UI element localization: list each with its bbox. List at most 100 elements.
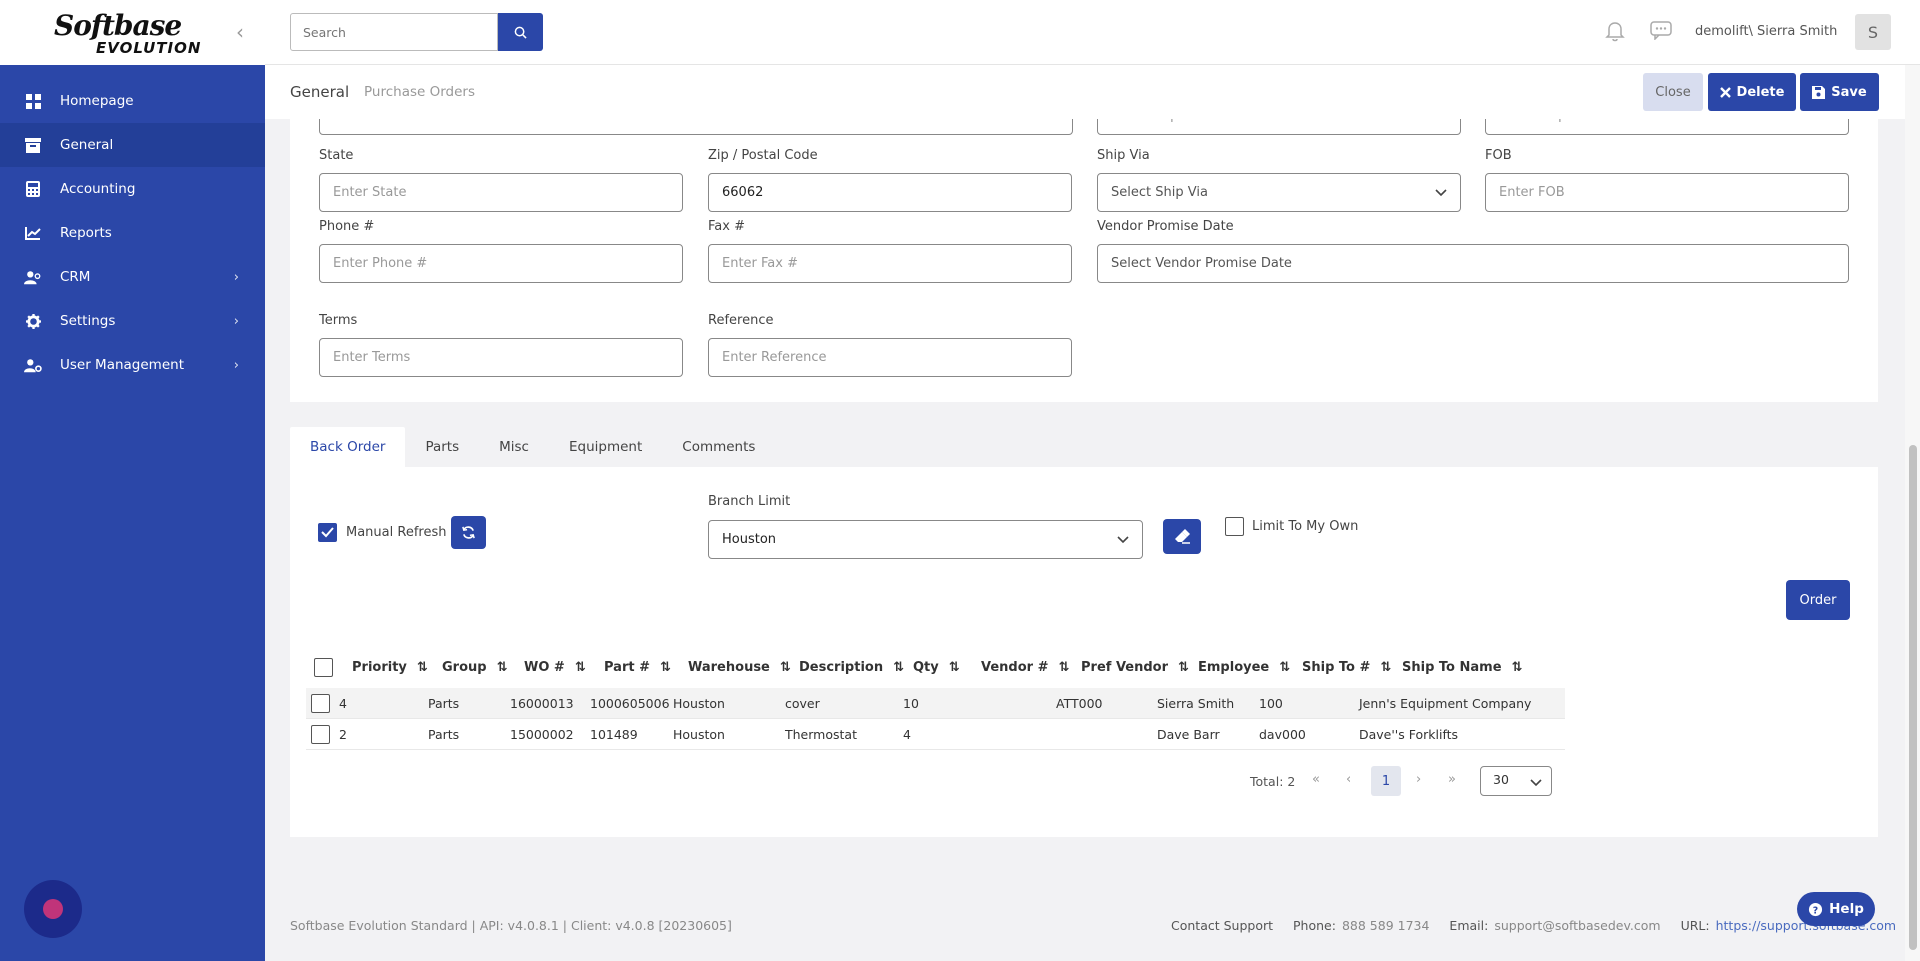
sidebar-item-user-management[interactable]: User Management ›	[0, 343, 265, 387]
search-button[interactable]	[498, 13, 543, 51]
column-title: Qty	[913, 660, 939, 675]
phone-label: Phone:	[1293, 918, 1336, 933]
vertical-scrollbar[interactable]	[1905, 65, 1920, 961]
save-button[interactable]: Save	[1800, 73, 1879, 111]
cell-employee: Dave Barr	[1157, 727, 1220, 742]
reference-input[interactable]: Enter Reference	[708, 338, 1072, 377]
tab-misc[interactable]: Misc	[479, 427, 549, 467]
column-header-warehouse[interactable]: Warehouse ⇅	[688, 660, 791, 675]
clear-branch-button[interactable]	[1163, 519, 1201, 554]
sidebar-item-reports[interactable]: Reports	[0, 211, 265, 255]
sort-icon: ⇅	[893, 660, 904, 675]
fob-input[interactable]: Enter FOB	[1485, 173, 1849, 212]
sidebar-item-settings[interactable]: Settings ›	[0, 299, 265, 343]
table-row[interactable]: 2 Parts 15000002 101489 Houston Thermost…	[306, 719, 1565, 750]
tab-parts[interactable]: Parts	[405, 427, 479, 467]
email-link[interactable]: support@softbasedev.com	[1494, 918, 1660, 933]
refresh-icon	[462, 526, 475, 539]
page-size-select[interactable]: 30	[1480, 766, 1552, 796]
close-button[interactable]: Close	[1643, 73, 1703, 111]
email-label: Email:	[1449, 918, 1489, 933]
tab-comments[interactable]: Comments	[662, 427, 775, 467]
delete-button[interactable]: Delete	[1708, 73, 1796, 111]
sidebar-item-general[interactable]: General	[0, 123, 265, 167]
manual-refresh-checkbox[interactable]	[318, 523, 337, 542]
table-row[interactable]: 4 Parts 16000013 1000605006 Houston cove…	[306, 688, 1565, 719]
search-input[interactable]	[290, 13, 498, 51]
zip-input[interactable]: 66062	[708, 173, 1072, 212]
page-button-current[interactable]: 1	[1371, 766, 1401, 796]
save-button-label: Save	[1831, 84, 1867, 100]
terms-input[interactable]: Enter Terms	[319, 338, 683, 377]
column-header-description[interactable]: Description ⇅	[799, 660, 904, 675]
help-button[interactable]: ? Help	[1797, 892, 1875, 926]
branch-limit-select[interactable]: Houston	[708, 520, 1143, 559]
column-header-qty[interactable]: Qty ⇅	[913, 660, 960, 675]
sidebar-item-label: General	[60, 137, 114, 153]
next-page-icon[interactable]: ›	[1416, 772, 1421, 787]
column-header-group[interactable]: Group ⇅	[442, 660, 507, 675]
row-checkbox[interactable]	[311, 725, 330, 744]
fob-placeholder: Enter FOB	[1499, 185, 1565, 200]
sidebar-item-accounting[interactable]: Accounting	[0, 167, 265, 211]
chevron-down-icon	[1435, 189, 1447, 197]
first-page-icon[interactable]: «	[1312, 772, 1320, 787]
user-name[interactable]: demolift\ Sierra Smith	[1695, 24, 1837, 39]
cell-group: Parts	[428, 727, 460, 742]
purchase-order-form: Olathe Enter Ship To Phone # Enter Ship …	[290, 96, 1878, 402]
messages-icon[interactable]	[1650, 20, 1672, 44]
detail-tabs: Back Order Parts Misc Equipment Comments	[290, 427, 775, 467]
fob-label: FOB	[1485, 148, 1512, 163]
sidebar-nav: Homepage General Accounting Reports CRM	[0, 79, 265, 387]
prev-page-icon[interactable]: ‹	[1346, 772, 1351, 787]
url-label: URL:	[1680, 918, 1710, 933]
sidebar-item-crm[interactable]: CRM ›	[0, 255, 265, 299]
state-input[interactable]: Enter State	[319, 173, 683, 212]
row-checkbox[interactable]	[311, 694, 330, 713]
breadcrumb-general[interactable]: General	[290, 83, 349, 101]
column-header-pref-vendor[interactable]: Pref Vendor ⇅	[1081, 660, 1189, 675]
phone-placeholder: Enter Phone #	[333, 256, 428, 271]
refresh-button[interactable]	[451, 516, 486, 549]
cell-warehouse: Houston	[673, 696, 725, 711]
tab-back-order[interactable]: Back Order	[290, 427, 406, 467]
scrollbar-thumb[interactable]	[1909, 445, 1917, 950]
cell-description: Thermostat	[785, 727, 857, 742]
select-all-checkbox[interactable]	[314, 658, 333, 677]
chat-widget-button[interactable]	[24, 880, 82, 938]
last-page-icon[interactable]: »	[1448, 772, 1456, 787]
contact-support-label: Contact Support	[1171, 918, 1274, 933]
cell-description: cover	[785, 696, 820, 711]
vendor-promise-date-picker[interactable]: Select Vendor Promise Date	[1097, 244, 1849, 283]
collapse-sidebar-icon[interactable]: ‹	[236, 20, 244, 44]
ship-via-select[interactable]: Select Ship Via	[1097, 173, 1461, 212]
column-header-part[interactable]: Part # ⇅	[604, 660, 671, 675]
column-title: Warehouse	[688, 660, 770, 675]
limit-to-my-own-label: Limit To My Own	[1252, 519, 1359, 534]
app-logo[interactable]: Softbase EVOLUTION	[54, 9, 201, 57]
svg-text:?: ?	[1813, 905, 1818, 916]
column-title: Vendor #	[981, 660, 1049, 675]
tab-equipment[interactable]: Equipment	[549, 427, 662, 467]
breadcrumb-purchase-orders[interactable]: Purchase Orders	[364, 84, 475, 100]
sidebar-item-homepage[interactable]: Homepage	[0, 79, 265, 123]
user-gear-icon	[24, 357, 42, 373]
column-header-vendor[interactable]: Vendor # ⇅	[981, 660, 1069, 675]
limit-to-my-own-checkbox[interactable]	[1225, 517, 1244, 536]
column-header-ship-to-name[interactable]: Ship To Name ⇅	[1402, 660, 1522, 675]
branch-limit-label: Branch Limit	[708, 494, 791, 509]
column-header-wo[interactable]: WO # ⇅	[524, 660, 586, 675]
page-header: General Purchase Orders Close Delete Sav…	[265, 65, 1905, 119]
avatar[interactable]: S	[1855, 14, 1891, 50]
phone-label: Phone #	[319, 219, 375, 234]
phone-input[interactable]: Enter Phone #	[319, 244, 683, 283]
order-button[interactable]: Order	[1786, 580, 1850, 620]
ship-via-placeholder: Select Ship Via	[1111, 185, 1208, 200]
column-header-employee[interactable]: Employee ⇅	[1198, 660, 1290, 675]
notifications-bell-icon[interactable]	[1605, 20, 1625, 46]
fax-input[interactable]: Enter Fax #	[708, 244, 1072, 283]
column-header-priority[interactable]: Priority ⇅	[352, 660, 428, 675]
column-header-ship-to[interactable]: Ship To # ⇅	[1302, 660, 1391, 675]
cell-employee: Sierra Smith	[1157, 696, 1235, 711]
logo-text: Softbase	[54, 9, 182, 42]
